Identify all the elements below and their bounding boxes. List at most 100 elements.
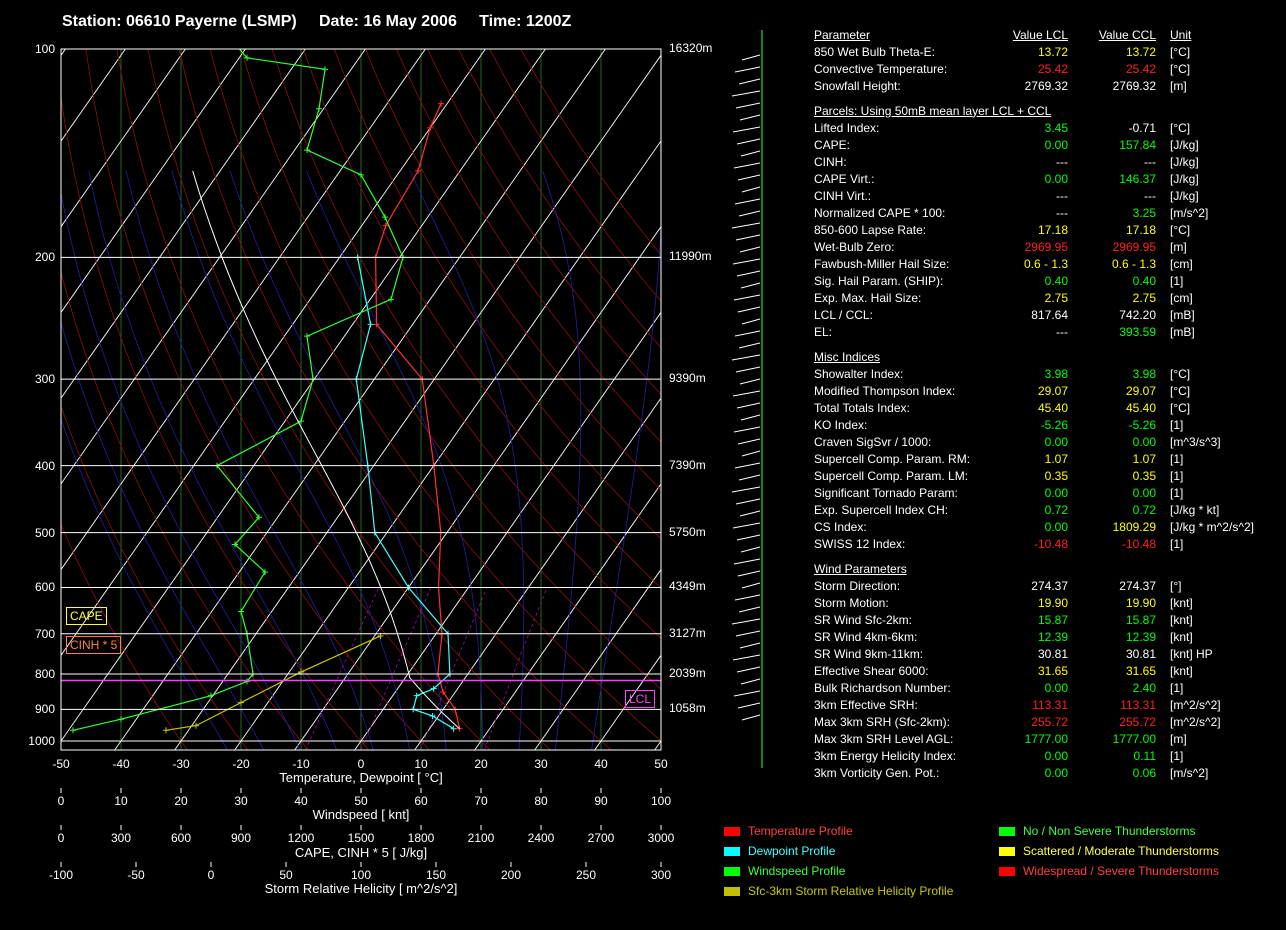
value-lcl: 12.39 xyxy=(1037,629,1068,644)
table-spacer xyxy=(810,340,1258,348)
value-lcl: 17.18 xyxy=(1037,222,1068,237)
param-unit: [knt] xyxy=(1170,629,1193,644)
legend-label: Dewpoint Profile xyxy=(748,844,836,858)
value-lcl: 13.72 xyxy=(1037,44,1068,59)
axis-tick-label: 2700 xyxy=(587,831,615,845)
table-row: Craven SigSvr / 1000: 0.00 0.00 [m^3/s^3] xyxy=(810,433,1258,450)
value-lcl: 0.00 xyxy=(1044,680,1068,695)
wind-barb xyxy=(740,414,761,421)
section-title: Parcels: Using 50mB mean layer LCL + CCL xyxy=(814,103,1052,118)
param-name: Total Totals Index: xyxy=(814,400,910,415)
temperature-point xyxy=(438,100,445,107)
pressure-tick-label: 500 xyxy=(34,525,55,540)
windspeed-line xyxy=(72,49,404,731)
axis-title: Storm Relative Helicity [ m^2/s^2] xyxy=(264,881,458,896)
axis-tick-label: 0 xyxy=(57,831,65,845)
axis-tick-label: 50 xyxy=(354,794,368,808)
axis-tick-label: 50 xyxy=(279,868,293,882)
pressure-tick-label: 200 xyxy=(34,250,55,265)
dry-adiabat-line xyxy=(302,49,661,589)
wind-barb xyxy=(738,78,761,85)
wind-barb xyxy=(734,330,761,337)
table-row: Max 3km SRH (Sfc-2km): 255.72 255.72 [m^2/s… xyxy=(810,713,1258,730)
table-row: Supercell Comp. Param. RM: 1.07 1.07 [1] xyxy=(810,450,1258,467)
param-unit: [1] xyxy=(1170,417,1184,432)
value-ccl: 0.40 xyxy=(1132,273,1156,288)
value-lcl: 817.64 xyxy=(1031,307,1068,322)
axis-tick-label: 0 xyxy=(57,794,65,808)
table-row: Exp. Supercell Index CH: 0.72 0.72 [J/kg * … xyxy=(810,501,1258,518)
windspeed-point xyxy=(322,66,328,73)
height-tick-label: 1058m xyxy=(669,701,706,716)
value-ccl: -0.71 xyxy=(1128,120,1156,135)
helicity-point xyxy=(193,722,199,729)
value-lcl: 1.07 xyxy=(1044,451,1068,466)
axis-tick-label: 80 xyxy=(534,794,548,808)
value-ccl: --- xyxy=(1144,188,1156,203)
axis-tick-label: 90 xyxy=(594,794,608,808)
axis-tick-label: 30 xyxy=(534,757,548,771)
moist-adiabat-line xyxy=(61,190,301,750)
wind-barb xyxy=(731,222,761,229)
wind-barb xyxy=(732,522,761,529)
wind-barb xyxy=(735,498,761,505)
wind-barb xyxy=(738,474,761,481)
param-name: Max 3km SRH Level AGL: xyxy=(814,731,954,746)
table-row: CINH Virt.: --- --- [J/kg] xyxy=(810,187,1258,204)
dry-adiabat-line xyxy=(240,49,661,690)
value-ccl: 255.72 xyxy=(1119,714,1156,729)
pressure-tick-label: 300 xyxy=(34,372,55,387)
axis-tick-label: 200 xyxy=(500,868,522,882)
value-ccl: 19.90 xyxy=(1125,595,1156,610)
param-name: Supercell Comp. Param. RM: xyxy=(814,451,971,466)
height-tick-label: 4349m xyxy=(669,579,706,594)
param-unit: [J/kg] xyxy=(1170,171,1199,186)
table-row: Showalter Index: 3.98 3.98 [°C] xyxy=(810,365,1258,382)
value-ccl: 157.84 xyxy=(1119,137,1156,152)
param-name: CAPE: xyxy=(814,137,851,152)
param-unit: [°C] xyxy=(1170,383,1191,398)
param-unit: [m^2/s^2] xyxy=(1170,714,1221,729)
value-ccl: 2.40 xyxy=(1132,680,1156,695)
wind-barb xyxy=(735,102,761,109)
value-lcl: 0.40 xyxy=(1044,273,1068,288)
wind-barb xyxy=(737,438,761,445)
param-unit: [m] xyxy=(1170,239,1187,254)
wind-barb xyxy=(741,714,761,721)
wind-barb xyxy=(733,162,761,169)
param-unit: [m/s^2] xyxy=(1170,765,1209,780)
axis-tick-label: 50 xyxy=(654,757,668,771)
wind-barb xyxy=(739,510,761,517)
table-row: Max 3km SRH Level AGL: 1777.00 1777.00 [m] xyxy=(810,730,1258,747)
value-ccl: 742.20 xyxy=(1119,307,1156,322)
value-lcl: --- xyxy=(1056,205,1068,220)
axis-tick-label: 40 xyxy=(594,757,608,771)
legend-label: Sfc-3km Storm Relative Helicity Profile xyxy=(748,884,954,898)
table-row: 3km Energy Helicity Index: 0.00 0.11 [1] xyxy=(810,747,1258,764)
param-unit: [°C] xyxy=(1170,44,1191,59)
wind-barb xyxy=(738,210,761,217)
param-unit: [knt] HP xyxy=(1170,646,1213,661)
param-unit: [1] xyxy=(1170,680,1184,695)
param-unit: [knt] xyxy=(1170,663,1193,678)
value-lcl: 45.40 xyxy=(1037,400,1068,415)
legend-swatch xyxy=(999,867,1015,877)
value-ccl: 45.40 xyxy=(1125,400,1156,415)
param-unit: [J/kg] xyxy=(1170,154,1199,169)
wind-barb xyxy=(734,594,761,601)
wind-barb-column xyxy=(731,30,763,768)
param-name: 3km Energy Helicity Index: xyxy=(814,748,957,763)
wind-barb xyxy=(740,150,761,157)
param-name: KO Index: xyxy=(814,417,868,432)
wind-barb xyxy=(733,426,761,433)
windspeed-point xyxy=(238,608,244,615)
param-name: SR Wind Sfc-2km: xyxy=(814,612,913,627)
legend-swatch xyxy=(999,847,1015,857)
moist-adiabat-line xyxy=(542,170,582,750)
param-unit: [knt] xyxy=(1170,612,1193,627)
table-row: CS Index: 0.00 1809.29 [J/kg * m^2/s^2] xyxy=(810,518,1258,535)
axis-title: Temperature, Dewpoint [ °C] xyxy=(279,770,443,785)
pressure-tick-label: 800 xyxy=(34,666,55,681)
axis-tick-label: 3000 xyxy=(647,831,675,845)
dewpoint-point xyxy=(367,321,374,328)
